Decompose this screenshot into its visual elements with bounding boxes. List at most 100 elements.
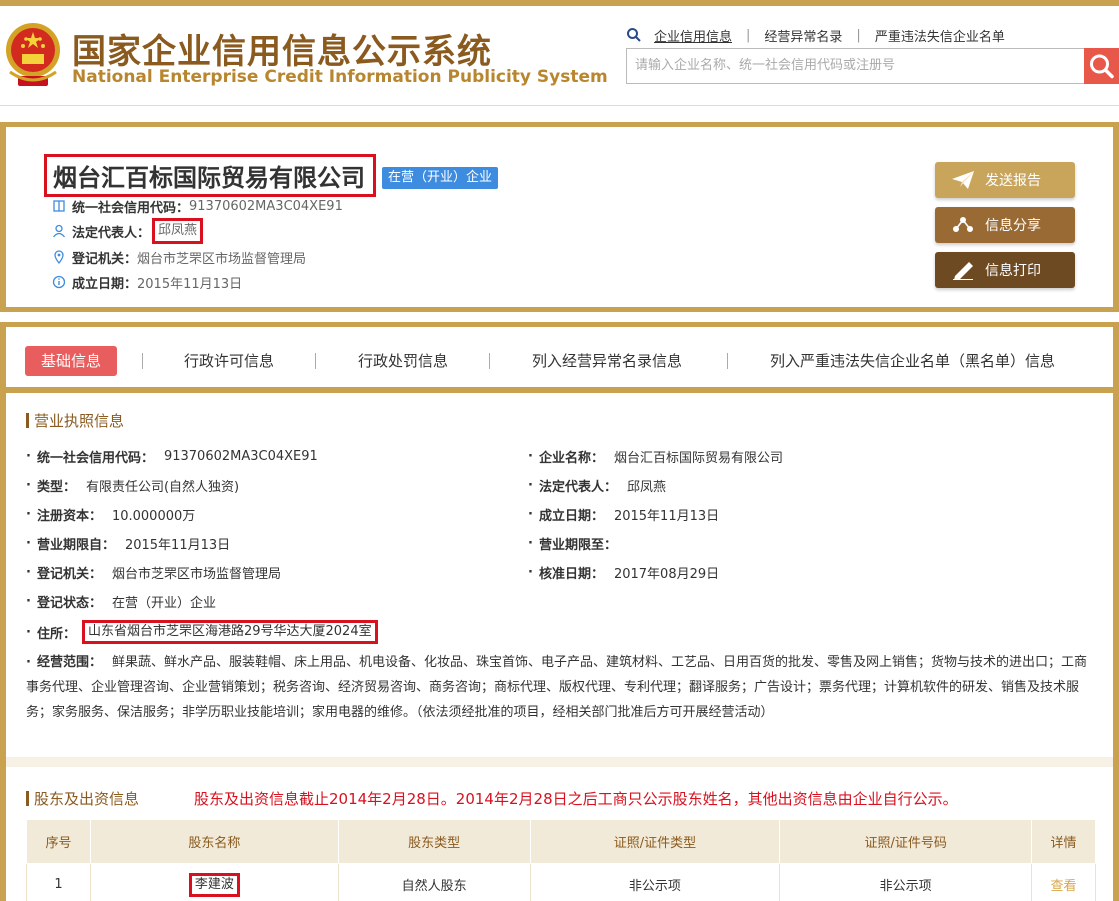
field-value: 邱凤燕 <box>626 479 666 495</box>
field-label: 统一社会信用代码： <box>36 450 154 466</box>
tab-abnormal-list-info[interactable]: 列入经营异常名录信息 <box>532 346 682 376</box>
field-value: 在营（开业）企业 <box>111 595 216 611</box>
bullet: · <box>26 564 31 580</box>
founded-line: 成立日期： 2015年11月13日 <box>52 272 242 292</box>
tab-basic-info[interactable]: 基础信息 <box>25 346 118 376</box>
col-name: 股东名称 <box>89 819 339 864</box>
field-credit-code: · 统一社会信用代码： 91370602MA3C04XE91 <box>26 446 318 466</box>
tab-penalty-info[interactable]: 行政处罚信息 <box>358 346 448 376</box>
share-info-button[interactable]: 信息分享 <box>935 207 1075 243</box>
authority-line: 登记机关： 烟台市芝罘区市场监督管理局 <box>52 247 306 267</box>
field-label: 营业期限自： <box>36 537 115 553</box>
bullet: · <box>528 477 533 493</box>
founded-label: 成立日期： <box>72 276 138 292</box>
col-detail: 详情 <box>1031 819 1096 864</box>
nav-abnormal-list[interactable]: 经营异常名录 <box>764 26 842 45</box>
field-label: 注册资本： <box>36 508 102 524</box>
legal-rep-value: 邱凤燕 <box>152 218 204 244</box>
cell-id-no: 非公示项 <box>779 863 1033 901</box>
bullet: · <box>528 448 533 464</box>
field-address: · 住所： 山东省烟台市芝罘区海港路29号华达大厦2024室 <box>26 620 378 644</box>
nav-blacklist[interactable]: 严重违法失信企业名单 <box>875 26 1005 45</box>
address-value: 山东省烟台市芝罘区海港路29号华达大厦2024室 <box>81 620 378 644</box>
field-label: 登记状态： <box>36 595 102 611</box>
search-input[interactable] <box>635 49 1077 82</box>
tab-bar: 基础信息 行政许可信息 行政处罚信息 列入经营异常名录信息 列入严重违法失信企业… <box>6 327 1113 393</box>
legal-rep-label: 法定代表人： <box>72 225 151 241</box>
table-header-row: 序号 股东名称 股东类型 证照/证件类型 证照/证件号码 详情 <box>26 819 1096 864</box>
field-label: 企业名称： <box>538 450 604 466</box>
share-info-label: 信息分享 <box>985 218 1041 234</box>
send-report-button[interactable]: 发送报告 <box>935 162 1075 198</box>
bullet: · <box>528 535 533 551</box>
person-icon <box>52 224 66 238</box>
table-row: 1 李建波 自然人股东 非公示项 非公示项 查看 <box>26 863 1096 901</box>
pencil-icon <box>953 262 973 280</box>
field-label: 住所： <box>36 626 76 642</box>
bullet: · <box>26 448 31 464</box>
field-approved-date: · 核准日期： 2017年08月29日 <box>528 562 719 582</box>
business-scope-value: 鲜果蔬、鲜水产品、服装鞋帽、床上用品、机电设备、化妆品、珠宝首饰、电子产品、建筑… <box>26 655 1087 720</box>
bullet: · <box>26 624 31 640</box>
col-no: 序号 <box>26 819 91 864</box>
field-value: 2015年11月13日 <box>124 537 231 553</box>
nav-credit-info[interactable]: 企业信用信息 <box>654 26 732 45</box>
tab-blacklist-info[interactable]: 列入严重违法失信企业名单（黑名单）信息 <box>770 346 1055 376</box>
section-marker <box>26 791 29 806</box>
field-value: 10.000000万 <box>111 508 196 524</box>
tab-divider <box>489 353 490 369</box>
print-info-label: 信息打印 <box>985 263 1041 279</box>
info-icon <box>52 275 66 289</box>
nav-divider: | <box>746 27 751 43</box>
col-id-type: 证照/证件类型 <box>529 819 781 864</box>
tab-divider <box>315 353 316 369</box>
search-field <box>626 48 1086 84</box>
search-button[interactable] <box>1084 48 1119 84</box>
field-value: 2015年11月13日 <box>613 508 720 524</box>
location-pin-icon <box>54 250 64 264</box>
detail-panel: 基础信息 行政许可信息 行政处罚信息 列入经营异常名录信息 列入严重违法失信企业… <box>0 322 1119 901</box>
col-type: 股东类型 <box>337 819 531 864</box>
bullet: · <box>26 655 31 670</box>
shareholder-table: 序号 股东名称 股东类型 证照/证件类型 证照/证件号码 详情 1 李建波 自然… <box>26 819 1096 901</box>
paper-plane-icon <box>952 171 974 189</box>
cell-name: 李建波 <box>89 863 339 901</box>
site-subtitle: National Enterprise Credit Information P… <box>72 67 608 87</box>
section-divider <box>6 757 1113 767</box>
company-name-highlight: 烟台汇百标国际贸易有限公司 <box>44 154 376 197</box>
business-scope: · 经营范围： 鲜果蔬、鲜水产品、服装鞋帽、床上用品、机电设备、化妆品、珠宝首饰、电… <box>26 650 1096 725</box>
send-report-label: 发送报告 <box>985 173 1041 189</box>
field-company-name: · 企业名称： 烟台汇百标国际贸易有限公司 <box>528 446 783 466</box>
bullet: · <box>26 593 31 609</box>
field-value: 烟台汇百标国际贸易有限公司 <box>613 450 783 466</box>
field-type: · 类型： 有限责任公司(自然人独资) <box>26 475 239 495</box>
shareholder-name: 李建波 <box>188 872 240 897</box>
search-icon <box>627 28 641 42</box>
credit-code-label: 统一社会信用代码： <box>72 200 190 216</box>
field-legal-rep: · 法定代表人： 邱凤燕 <box>528 475 666 495</box>
field-term-from: · 营业期限自： 2015年11月13日 <box>26 533 230 553</box>
founded-value: 2015年11月13日 <box>137 276 243 292</box>
field-reg-status: · 登记状态： 在营（开业）企业 <box>26 591 216 611</box>
license-section-label: 营业执照信息 <box>34 412 125 430</box>
field-term-to: · 营业期限至： <box>528 533 627 553</box>
site-title: 国家企业信用信息公示系统 <box>72 32 492 72</box>
authority-value: 烟台市芝罘区市场监督管理局 <box>137 251 307 267</box>
shareholder-section-label: 股东及出资信息 <box>34 790 140 808</box>
credit-code-line: 统一社会信用代码： 91370602MA3C04XE91 <box>52 196 343 216</box>
view-detail-link[interactable]: 查看 <box>1051 879 1077 894</box>
field-label: 法定代表人： <box>538 479 617 495</box>
search-icon <box>1090 54 1114 79</box>
license-section-title: 营业执照信息 <box>26 410 124 431</box>
print-info-button[interactable]: 信息打印 <box>935 252 1075 288</box>
col-id-no: 证照/证件号码 <box>779 819 1033 864</box>
tab-permit-info[interactable]: 行政许可信息 <box>184 346 274 376</box>
bullet: · <box>528 564 533 580</box>
field-value: 2017年08月29日 <box>613 566 720 582</box>
authority-label: 登记机关： <box>72 251 138 267</box>
field-authority: · 登记机关： 烟台市芝罘区市场监督管理局 <box>26 562 281 582</box>
field-founded: · 成立日期： 2015年11月13日 <box>528 504 719 524</box>
company-name: 烟台汇百标国际贸易有限公司 <box>53 164 365 192</box>
top-nav: 企业信用信息 | 经营异常名录 | 严重违法失信企业名单 <box>626 26 1005 45</box>
bullet: · <box>528 506 533 522</box>
